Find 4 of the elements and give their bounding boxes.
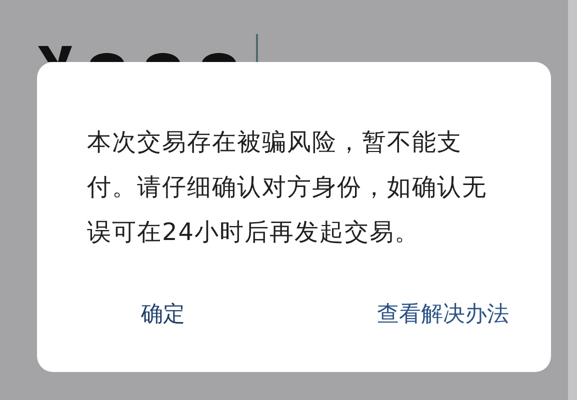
dialog-button[interactable]: 查看解决办法	[369, 295, 517, 333]
text-cursor	[256, 34, 258, 62]
dialog-message: 本次交易存在被骗风险，暂不能支付。请仔细确认对方身份，如确认无误可在24小时后再发起交易。	[87, 127, 488, 248]
dialog-button[interactable]: 确定	[133, 295, 193, 333]
